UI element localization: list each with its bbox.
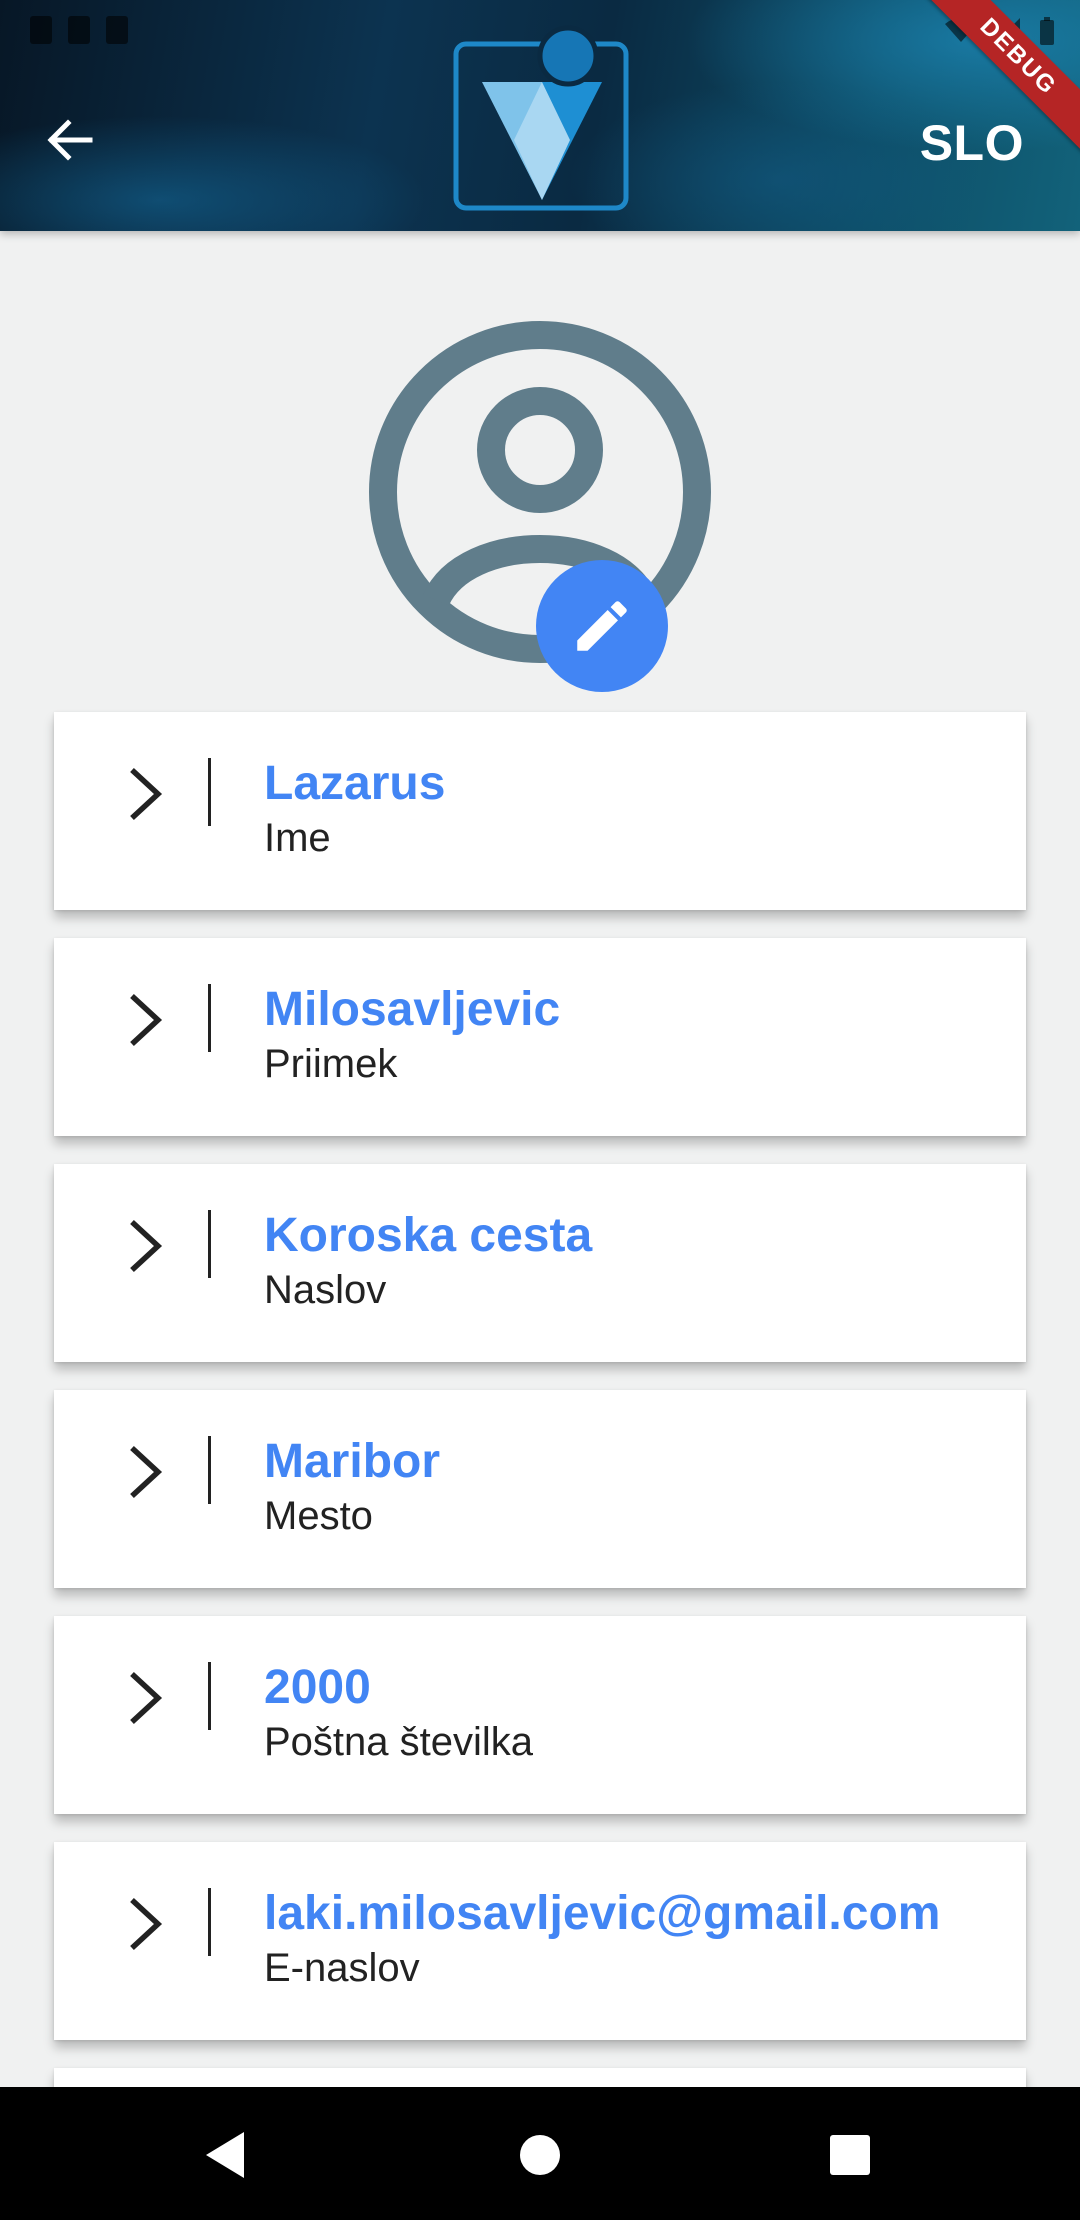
chevron-right-icon bbox=[130, 1671, 163, 1725]
profile-fields-list: Lazarus Ime Milosavljevic Priimek Korosk… bbox=[54, 712, 1026, 2220]
field-label: E-naslov bbox=[264, 1946, 420, 1990]
chevron-right-icon bbox=[130, 1445, 163, 1499]
profile-field-first-name[interactable]: Lazarus Ime bbox=[54, 712, 1026, 910]
notification-icon bbox=[106, 16, 128, 44]
nav-home-icon bbox=[520, 2135, 560, 2175]
profile-screen: SLO DEBUG Lazarus Ime Milosavljevic Prii… bbox=[0, 0, 1080, 2220]
field-value: Maribor bbox=[264, 1435, 441, 1488]
field-value: Lazarus bbox=[264, 757, 446, 810]
field-label: Naslov bbox=[264, 1268, 387, 1312]
field-label: Poštna številka bbox=[264, 1720, 534, 1764]
battery-icon bbox=[1040, 17, 1054, 45]
back-button[interactable] bbox=[38, 108, 102, 172]
field-divider bbox=[208, 984, 211, 1052]
profile-field-city[interactable]: Maribor Mesto bbox=[54, 1390, 1026, 1588]
nav-home-button[interactable] bbox=[508, 2123, 572, 2187]
chevron-right-icon bbox=[130, 1219, 163, 1273]
field-divider bbox=[208, 758, 211, 826]
field-value: 2000 bbox=[264, 1661, 371, 1714]
notification-icon bbox=[30, 16, 52, 44]
app-header: SLO DEBUG bbox=[0, 0, 1080, 231]
nav-recents-button[interactable] bbox=[818, 2123, 882, 2187]
field-value: Milosavljevic bbox=[264, 983, 561, 1036]
pencil-icon bbox=[577, 601, 627, 651]
nav-back-button[interactable] bbox=[194, 2123, 258, 2187]
profile-field-email[interactable]: laki.milosavljevic@gmail.com E-naslov bbox=[54, 1842, 1026, 2040]
profile-field-last-name[interactable]: Milosavljevic Priimek bbox=[54, 938, 1026, 1136]
field-label: Mesto bbox=[264, 1494, 373, 1538]
status-left-icons bbox=[30, 16, 128, 44]
language-button[interactable]: SLO bbox=[920, 114, 1024, 172]
field-value: laki.milosavljevic@gmail.com bbox=[264, 1887, 941, 1940]
profile-field-address[interactable]: Koroska cesta Naslov bbox=[54, 1164, 1026, 1362]
arrow-left-icon bbox=[47, 119, 93, 161]
app-logo bbox=[453, 25, 629, 211]
nav-back-icon bbox=[206, 2132, 244, 2178]
system-nav-bar bbox=[0, 2087, 1080, 2220]
chevron-right-icon bbox=[130, 1897, 163, 1951]
chevron-right-icon bbox=[130, 993, 163, 1047]
field-label: Ime bbox=[264, 816, 331, 860]
notification-icon bbox=[68, 16, 90, 44]
field-divider bbox=[208, 1436, 211, 1504]
chevron-right-icon bbox=[130, 767, 163, 821]
field-divider bbox=[208, 1210, 211, 1278]
profile-field-postal-code[interactable]: 2000 Poštna številka bbox=[54, 1616, 1026, 1814]
field-divider bbox=[208, 1888, 211, 1956]
edit-photo-button[interactable] bbox=[536, 560, 668, 692]
field-divider bbox=[208, 1662, 211, 1730]
field-label: Priimek bbox=[264, 1042, 398, 1086]
nav-recents-icon bbox=[830, 2135, 870, 2175]
field-value: Koroska cesta bbox=[264, 1209, 593, 1262]
